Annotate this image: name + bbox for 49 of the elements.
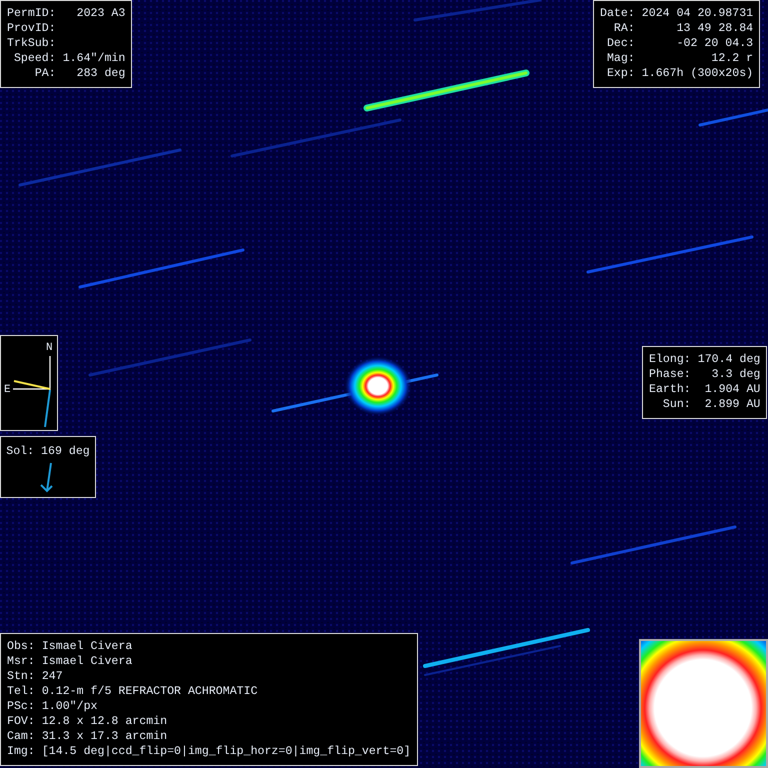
field-value: 247 <box>42 669 64 684</box>
field-label: Speed: <box>12 51 56 66</box>
field-label: Img: <box>7 744 35 759</box>
field-value: 31.3 x 17.3 arcmin <box>42 729 168 744</box>
field-label: PSc: <box>7 699 35 714</box>
field-label: Cam: <box>7 729 35 744</box>
field-label: Sun: <box>662 397 691 412</box>
field-value: Ismael Civera <box>42 639 134 654</box>
field-label: Tel: <box>7 684 35 699</box>
field-label: RA: <box>612 21 635 36</box>
compass-drawing <box>13 356 51 428</box>
field-value: 13 49 28.84 <box>676 21 754 36</box>
field-value: 3.3 deg <box>710 367 760 382</box>
field-label: FOV: <box>7 714 35 729</box>
field-label: Msr: <box>7 654 35 669</box>
field-value: 2023 A3 <box>76 6 126 21</box>
field-label: PA: <box>34 66 56 81</box>
field-value: 12.8 x 12.8 arcmin <box>42 714 168 729</box>
field-label: Phase: <box>649 367 691 382</box>
field-label: Exp: <box>606 66 635 81</box>
field-value: [14.5 deg|ccd_flip=0|img_flip_horz=0|img_flip_vert=0] <box>42 744 411 759</box>
field-value: 2.899 AU <box>704 397 760 412</box>
field-value: 170.4 deg <box>698 352 760 367</box>
field-label: Mag: <box>606 51 635 66</box>
field-value: 1.00"/px <box>42 699 99 714</box>
field-label: Earth: <box>649 382 691 397</box>
field-label: PermID: <box>7 6 56 21</box>
field-label: Date: <box>600 6 635 21</box>
field-value: 2024 04 20.98731 <box>642 6 754 21</box>
field-label: Obs: <box>7 639 35 654</box>
field-label: TrkSub: <box>7 36 56 51</box>
field-value: 1.904 AU <box>704 382 760 397</box>
field-value: 1.64"/min <box>62 51 126 66</box>
field-label: Elong: <box>649 352 691 367</box>
field-label: Dec: <box>606 36 635 51</box>
field-value: 0.12-m f/5 REFRACTOR ACHROMATIC <box>42 684 259 699</box>
east-label: E <box>4 384 11 396</box>
star-trail <box>698 108 768 126</box>
field-value: Ismael Civera <box>42 654 134 669</box>
comet-drawing <box>344 356 412 416</box>
sun-angle-text: Sol: 169 deg <box>6 444 90 459</box>
arrow-icon <box>40 462 53 492</box>
field-value: 1.667h (300x20s) <box>642 66 754 81</box>
field-value: 283 deg <box>76 66 126 81</box>
field-label: ProvID: <box>7 21 56 36</box>
field-label: Stn: <box>7 669 35 684</box>
field-value: -02 20 04.3 <box>676 36 754 51</box>
north-label: N <box>46 342 53 354</box>
field-value: 12.2 r <box>710 51 754 66</box>
